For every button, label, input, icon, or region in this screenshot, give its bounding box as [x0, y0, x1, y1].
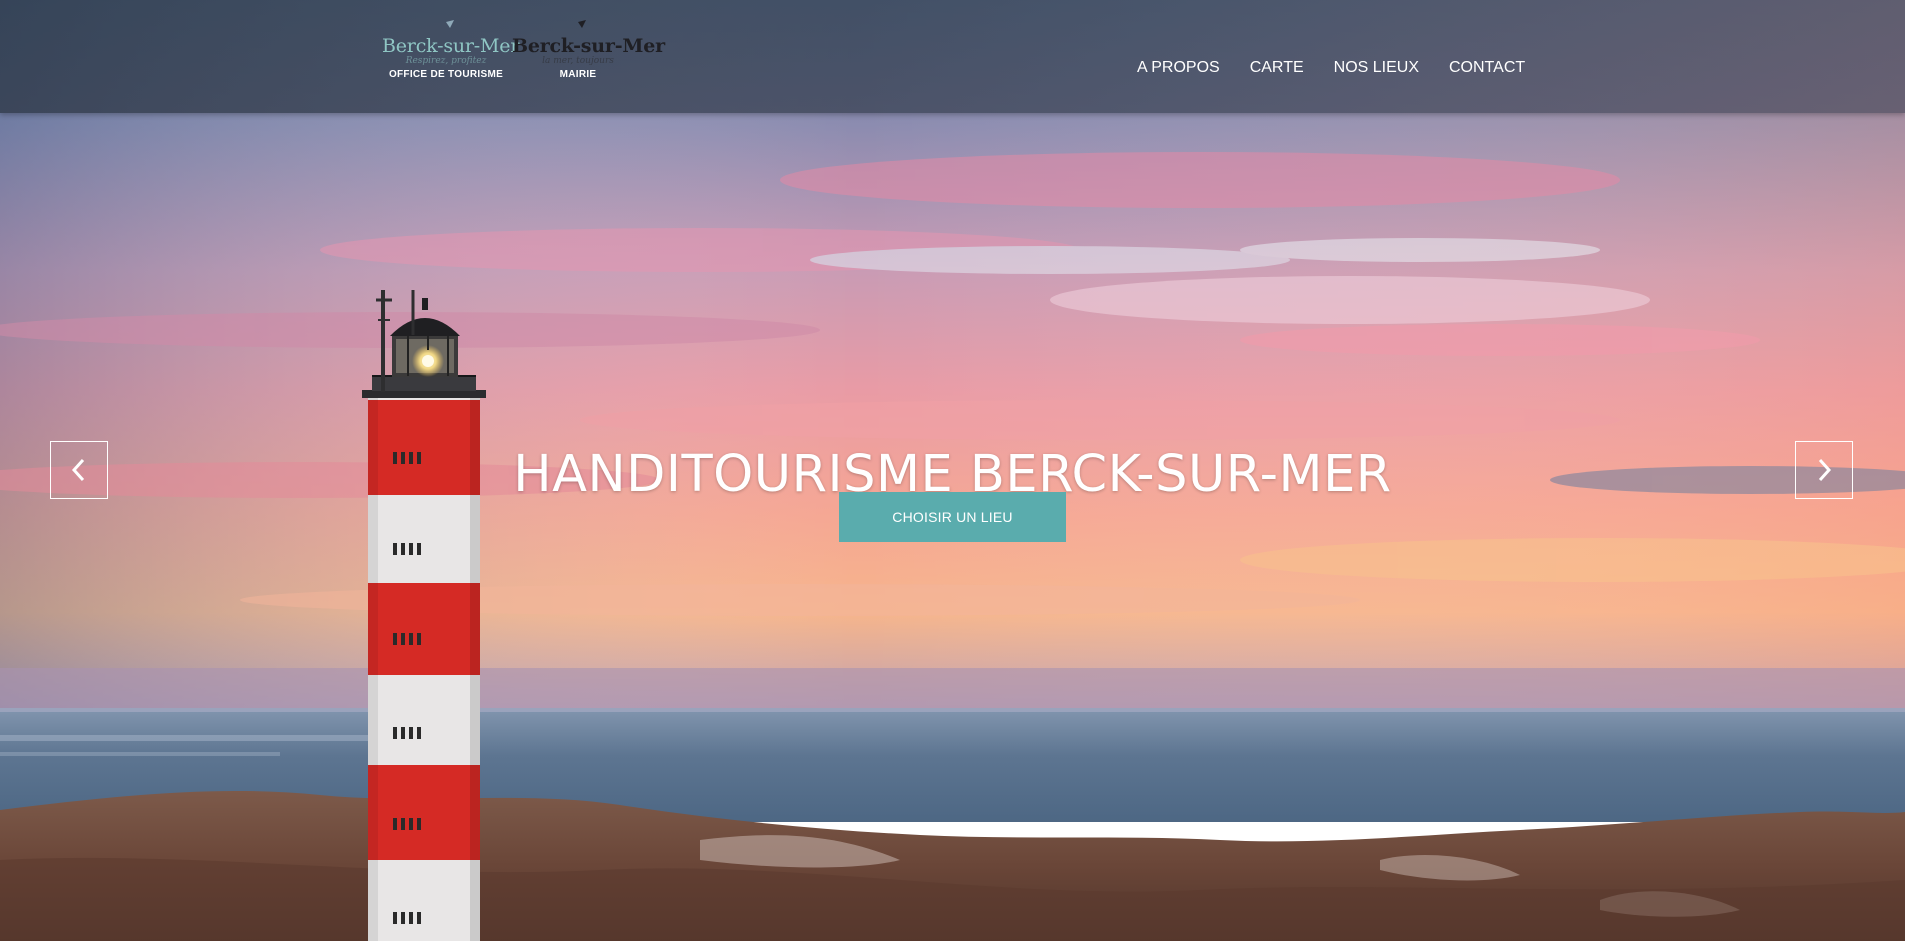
- nav-contact[interactable]: CONTACT: [1449, 58, 1525, 78]
- logo-script: Berck-sur-Mer: [512, 35, 665, 57]
- chevron-right-icon: [1818, 458, 1832, 482]
- carousel-next-button[interactable]: [1795, 441, 1853, 499]
- birds-icon: [440, 20, 454, 34]
- office-de-tourisme-logo[interactable]: Berck-sur-Mer Respirez, profitez OFFICE …: [382, 18, 520, 80]
- logo-subtitle: MAIRIE: [559, 69, 597, 80]
- site-header: Berck-sur-Mer Respirez, profitez OFFICE …: [0, 0, 1905, 113]
- logo-tagline: Respirez, profitez: [405, 56, 487, 66]
- logo-script: Berck-sur-Mer: [382, 35, 520, 57]
- logo-subtitle: OFFICE DE TOURISME: [388, 69, 504, 80]
- nav-carte[interactable]: CARTE: [1250, 58, 1304, 78]
- carousel-prev-button[interactable]: [50, 441, 108, 499]
- logo-tagline: la mer, toujours: [542, 56, 614, 66]
- choisir-un-lieu-button[interactable]: CHOISIR UN LIEU: [839, 492, 1066, 542]
- chevron-left-icon: [71, 458, 85, 482]
- nav-nos-lieux[interactable]: NOS LIEUX: [1334, 58, 1419, 78]
- birds-icon: [572, 20, 586, 34]
- nav-a-propos[interactable]: A PROPOS: [1137, 58, 1220, 78]
- main-nav: A PROPOS CARTE NOS LIEUX CONTACT: [1137, 58, 1525, 78]
- mairie-logo[interactable]: Berck-sur-Mer la mer, toujours MAIRIE: [512, 18, 665, 80]
